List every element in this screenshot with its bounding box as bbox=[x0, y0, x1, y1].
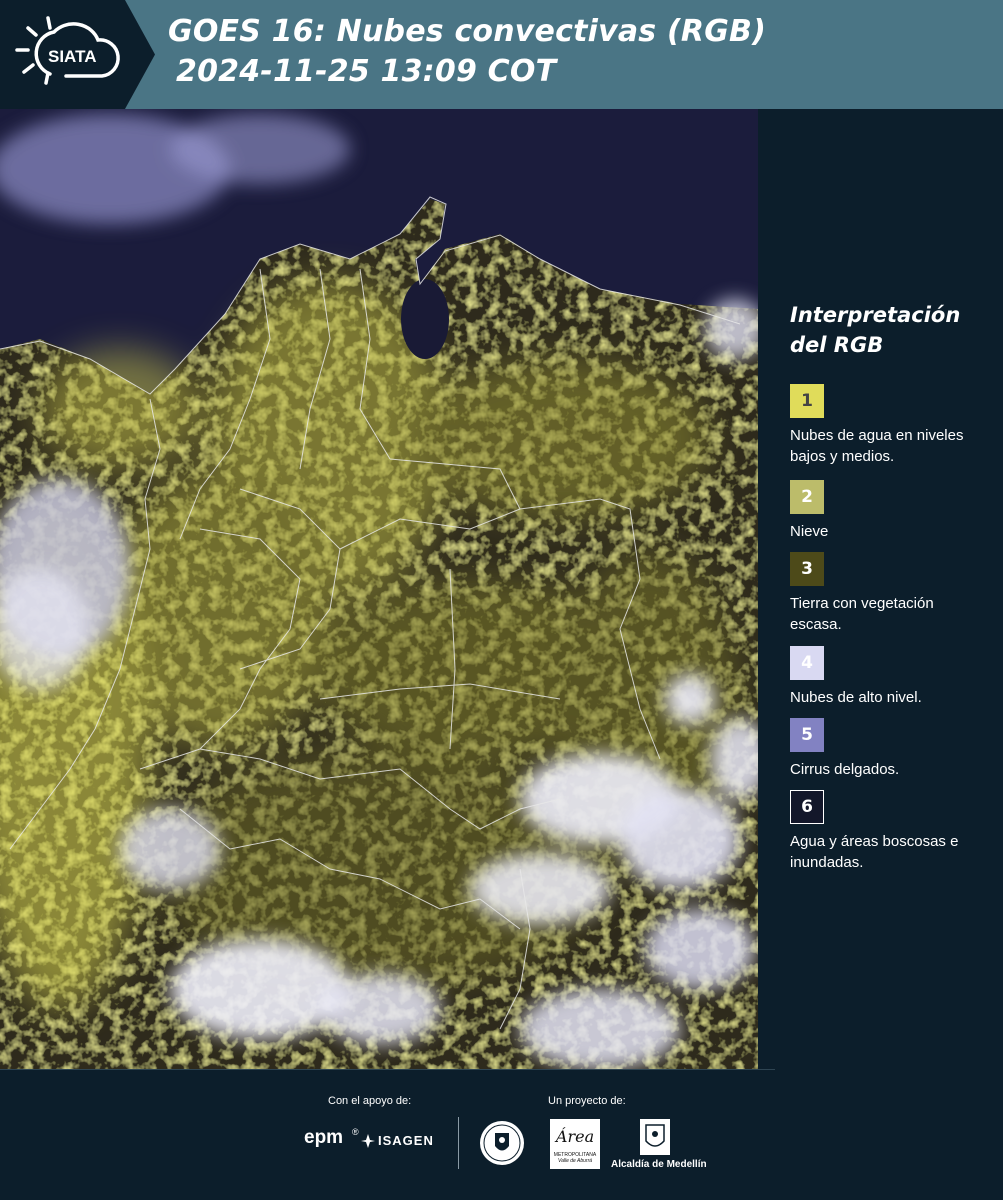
alcaldia-text: Alcaldía de Medellín bbox=[611, 1159, 707, 1170]
header-bar: SIATA GOES 16: Nubes convectivas (RGB) 2… bbox=[0, 0, 1003, 109]
legend-label-1: Nubes de agua en niveles bajos y medios. bbox=[790, 427, 964, 465]
support-caption: Con el apoyo de: bbox=[328, 1095, 412, 1107]
legend-title: Interpretación del RGB bbox=[790, 300, 990, 360]
footer-separator bbox=[0, 1069, 775, 1070]
isagen-logo-icon bbox=[361, 1133, 375, 1148]
legend-item-6: 6 Agua y áreas boscosas e inundadas. bbox=[790, 790, 980, 873]
siata-logo: SIATA bbox=[15, 16, 120, 85]
legend-swatch-2: 2 bbox=[790, 480, 824, 514]
area-metropolitana-logo: Área METROPOLITANA Valle de Aburrá bbox=[550, 1119, 600, 1169]
footer: Con el apoyo de: Un proyecto de: epm ® I… bbox=[0, 1069, 1003, 1200]
legend-label-2: Nieve bbox=[790, 523, 829, 540]
legend-title-line1: Interpretación bbox=[790, 303, 961, 327]
area-logo-name: Área bbox=[555, 1127, 595, 1146]
isagen-logo-text: ISAGEN bbox=[378, 1133, 434, 1148]
footer-divider bbox=[458, 1117, 459, 1169]
legend-item-4: 4 Nubes de alto nivel. bbox=[790, 646, 980, 708]
alcaldia-shield-icon bbox=[640, 1119, 670, 1155]
legend-item-1: 1 Nubes de agua en niveles bajos y medio… bbox=[790, 384, 980, 467]
legend-item-3: 3 Tierra con vegetación escasa. bbox=[790, 552, 980, 635]
legend-swatch-4: 4 bbox=[790, 646, 824, 680]
legend-swatch-1: 1 bbox=[790, 384, 824, 418]
page-timestamp: 2024-11-25 13:09 COT bbox=[176, 54, 557, 89]
satellite-map[interactable] bbox=[0, 109, 758, 1069]
logo-text: SIATA bbox=[48, 47, 96, 66]
medellin-seal-icon bbox=[478, 1119, 526, 1167]
rgb-legend: Interpretación del RGB 1 Nubes de agua e… bbox=[790, 300, 990, 871]
legend-label-3: Tierra con vegetación escasa. bbox=[790, 595, 934, 633]
project-caption: Un proyecto de: bbox=[548, 1095, 626, 1107]
legend-label-5: Cirrus delgados. bbox=[790, 761, 900, 778]
page-title: GOES 16: Nubes convectivas (RGB) bbox=[168, 14, 767, 49]
legend-label-6: Agua y áreas boscosas e inundadas. bbox=[790, 833, 959, 871]
siata-logo-panel: SIATA bbox=[0, 0, 155, 109]
legend-label-4: Nubes de alto nivel. bbox=[790, 689, 922, 706]
lake-maracaibo bbox=[401, 279, 449, 359]
registered-mark: ® bbox=[352, 1127, 359, 1137]
legend-swatch-3: 3 bbox=[790, 552, 824, 586]
legend-title-line2: del RGB bbox=[790, 333, 884, 357]
area-logo-sub2: Valle de Aburrá bbox=[557, 1158, 593, 1164]
legend-item-5: 5 Cirrus delgados. bbox=[790, 718, 980, 780]
legend-item-2: 2 Nieve bbox=[790, 480, 980, 542]
satellite-rgb-image bbox=[0, 109, 758, 1069]
legend-swatch-5: 5 bbox=[790, 718, 824, 752]
epm-logo-text: epm bbox=[304, 1127, 344, 1148]
legend-swatch-6: 6 bbox=[790, 790, 824, 824]
